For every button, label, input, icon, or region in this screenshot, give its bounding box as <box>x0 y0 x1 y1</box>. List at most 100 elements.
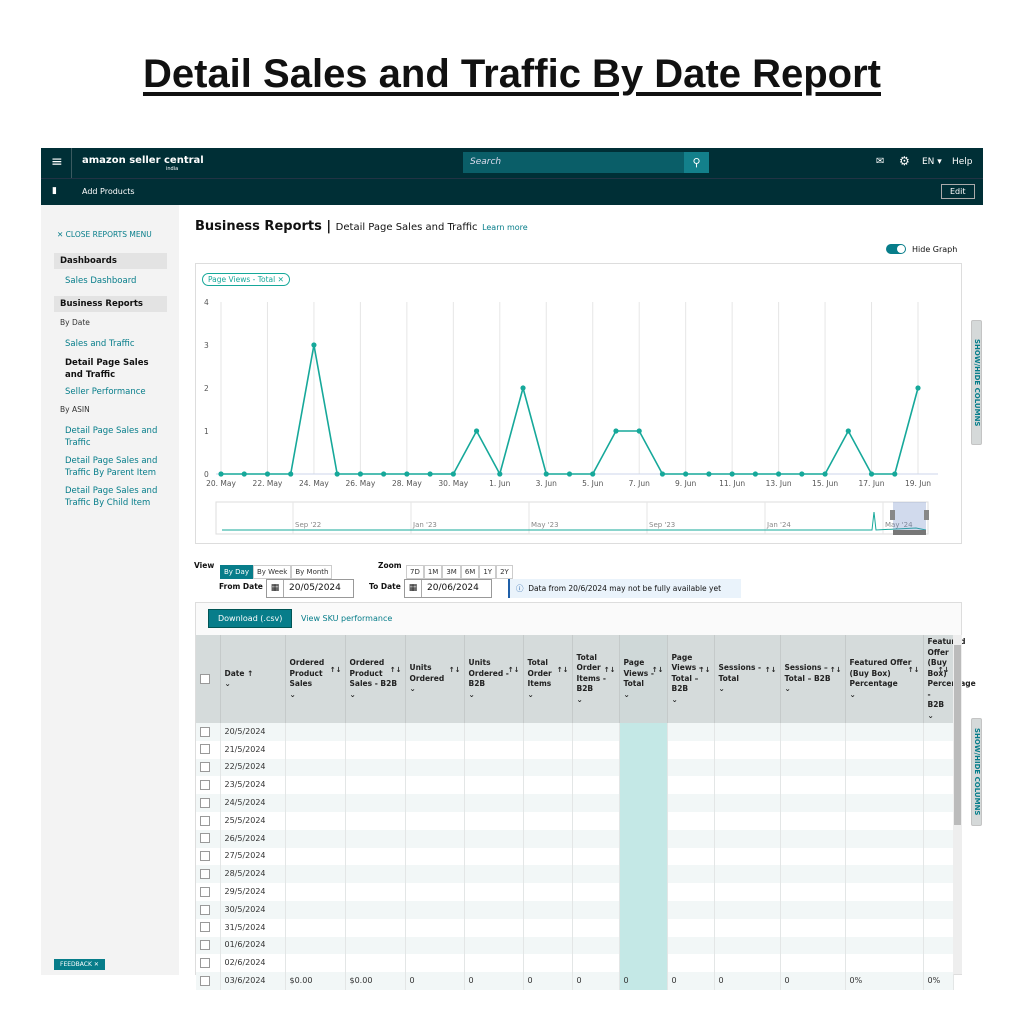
column-header[interactable]: Sessions - Total ⌄ ↑↓ <box>714 635 781 723</box>
navigator-handle-right[interactable] <box>924 510 929 520</box>
column-header[interactable]: Page Views - Total ⌄ ↑↓ <box>619 635 668 723</box>
data-point[interactable] <box>450 471 456 477</box>
logo[interactable]: amazon seller central <box>82 155 204 166</box>
data-point[interactable] <box>357 471 363 477</box>
column-header[interactable]: Units Ordered - B2B ⌄ ↑↓ <box>464 635 524 723</box>
language-select[interactable]: EN ▾ <box>922 157 942 167</box>
zoom-7d-button[interactable]: 7D <box>406 565 424 579</box>
help-link[interactable]: Help <box>952 157 973 167</box>
bookmark-icon[interactable]: ▮ <box>52 186 57 196</box>
navigator-selection[interactable] <box>893 502 926 532</box>
zoom-1y-button[interactable]: 1Y <box>479 565 497 579</box>
zoom-1m-button[interactable]: 1M <box>423 565 443 579</box>
data-point[interactable] <box>497 471 503 477</box>
zoom-3m-button[interactable]: 3M <box>442 565 461 579</box>
sales-dashboard-link[interactable]: Sales Dashboard <box>65 275 165 287</box>
scrollbar-thumb[interactable] <box>954 645 961 825</box>
data-point[interactable] <box>218 471 224 477</box>
asin-child-item-link[interactable]: Detail Page Sales and Traffic By Child I… <box>65 485 165 509</box>
sort-icon[interactable]: ↑↓ <box>699 665 711 676</box>
data-point[interactable] <box>822 471 828 477</box>
row-checkbox[interactable] <box>200 833 210 844</box>
row-checkbox[interactable] <box>200 886 210 897</box>
data-point[interactable] <box>636 428 642 434</box>
show-hide-columns-tab[interactable]: SHOW/HIDE COLUMNS <box>971 320 982 445</box>
data-point[interactable] <box>520 385 526 391</box>
table-scrollbar[interactable] <box>953 635 962 974</box>
row-checkbox[interactable] <box>200 869 210 880</box>
sort-icon[interactable]: ↑↓ <box>390 665 402 676</box>
row-checkbox[interactable] <box>200 904 210 915</box>
navigator-handle-left[interactable] <box>890 510 895 520</box>
sort-icon[interactable]: ↑↓ <box>652 665 664 676</box>
select-all-checkbox[interactable] <box>196 635 221 723</box>
data-point[interactable] <box>404 471 410 477</box>
sort-icon[interactable]: ↑↓ <box>604 665 616 676</box>
data-point[interactable] <box>427 471 433 477</box>
by-day-button[interactable]: By Day <box>220 565 253 579</box>
data-point[interactable] <box>590 471 596 477</box>
data-point[interactable] <box>659 471 666 477</box>
data-point[interactable] <box>706 471 712 477</box>
view-sku-performance-link[interactable]: View SKU performance <box>301 614 392 623</box>
column-header[interactable]: Ordered Product Sales ⌄ ↑↓ <box>285 635 346 723</box>
column-header[interactable]: Ordered Product Sales - B2B ⌄ ↑↓ <box>345 635 406 723</box>
data-point[interactable] <box>729 471 735 477</box>
row-checkbox[interactable] <box>200 851 210 862</box>
from-date-input[interactable]: ▦ 20/05/2024 <box>266 579 354 598</box>
data-point[interactable] <box>334 471 340 477</box>
row-checkbox[interactable] <box>200 940 210 951</box>
navigator-scrollbar[interactable] <box>893 530 926 535</box>
search-icon[interactable]: ⚲ <box>684 152 709 173</box>
metric-chip[interactable]: Page Views - Total ✕ <box>202 273 290 286</box>
data-point[interactable] <box>311 342 317 348</box>
hide-graph-toggle[interactable] <box>886 244 906 254</box>
column-header[interactable]: Featured Offer (Buy Box) Percentage ⌄ ↑↓ <box>845 635 924 723</box>
column-header[interactable]: Total Order Items - B2B ⌄ ↑↓ <box>572 635 620 723</box>
row-checkbox[interactable] <box>200 762 210 773</box>
zoom-2y-button[interactable]: 2Y <box>496 565 513 579</box>
data-point[interactable] <box>381 471 387 477</box>
column-header[interactable]: Date ↑ ⌄ <box>220 635 286 723</box>
mail-icon[interactable]: ✉ <box>876 156 884 167</box>
asin-parent-item-link[interactable]: Detail Page Sales and Traffic By Parent … <box>65 455 165 479</box>
by-month-button[interactable]: By Month <box>291 565 333 579</box>
calendar-icon[interactable]: ▦ <box>267 580 284 597</box>
by-week-button[interactable]: By Week <box>253 565 292 579</box>
data-point[interactable] <box>799 471 805 477</box>
learn-more-link[interactable]: Learn more <box>482 223 528 232</box>
feedback-button[interactable]: FEEDBACK ✕ <box>54 959 105 970</box>
column-header[interactable]: Featured Offer (Buy Box) Percentage - B2… <box>923 635 976 723</box>
gear-icon[interactable]: ⚙ <box>899 154 910 168</box>
data-point[interactable] <box>683 471 689 477</box>
download-csv-button[interactable]: Download (.csv) <box>208 609 293 628</box>
row-checkbox[interactable] <box>200 922 210 933</box>
close-reports-menu-button[interactable]: ✕ CLOSE REPORTS MENU <box>57 230 152 239</box>
row-checkbox[interactable] <box>200 975 210 986</box>
edit-button[interactable]: Edit <box>941 184 975 199</box>
row-checkbox[interactable] <box>200 815 210 826</box>
data-point[interactable] <box>264 471 271 477</box>
row-checkbox[interactable] <box>200 958 210 968</box>
sort-icon[interactable]: ↑↓ <box>557 665 569 676</box>
column-header[interactable]: Sessions – Total – B2B ⌄ ↑↓ <box>780 635 846 723</box>
data-point[interactable] <box>845 428 851 434</box>
data-point[interactable] <box>776 471 782 477</box>
sort-icon[interactable]: ↑↓ <box>508 665 520 676</box>
sort-icon[interactable]: ↑↓ <box>908 665 920 676</box>
data-point[interactable] <box>473 428 480 434</box>
data-point[interactable] <box>543 471 549 477</box>
hamburger-menu-icon[interactable]: ≡ <box>51 154 63 170</box>
data-point[interactable] <box>288 471 294 477</box>
add-products-link[interactable]: Add Products <box>82 187 135 196</box>
column-header[interactable]: Units Ordered ⌄ ↑↓ <box>405 635 465 723</box>
data-point[interactable] <box>613 428 619 434</box>
row-checkbox[interactable] <box>200 797 210 808</box>
data-point[interactable] <box>752 471 758 477</box>
sort-icon[interactable]: ↑↓ <box>830 665 842 676</box>
sort-icon[interactable]: ↑↓ <box>938 665 950 676</box>
data-point[interactable] <box>892 471 898 477</box>
sort-icon[interactable]: ↑↓ <box>765 665 777 676</box>
calendar-icon[interactable]: ▦ <box>405 580 422 597</box>
navigator[interactable] <box>215 501 929 535</box>
